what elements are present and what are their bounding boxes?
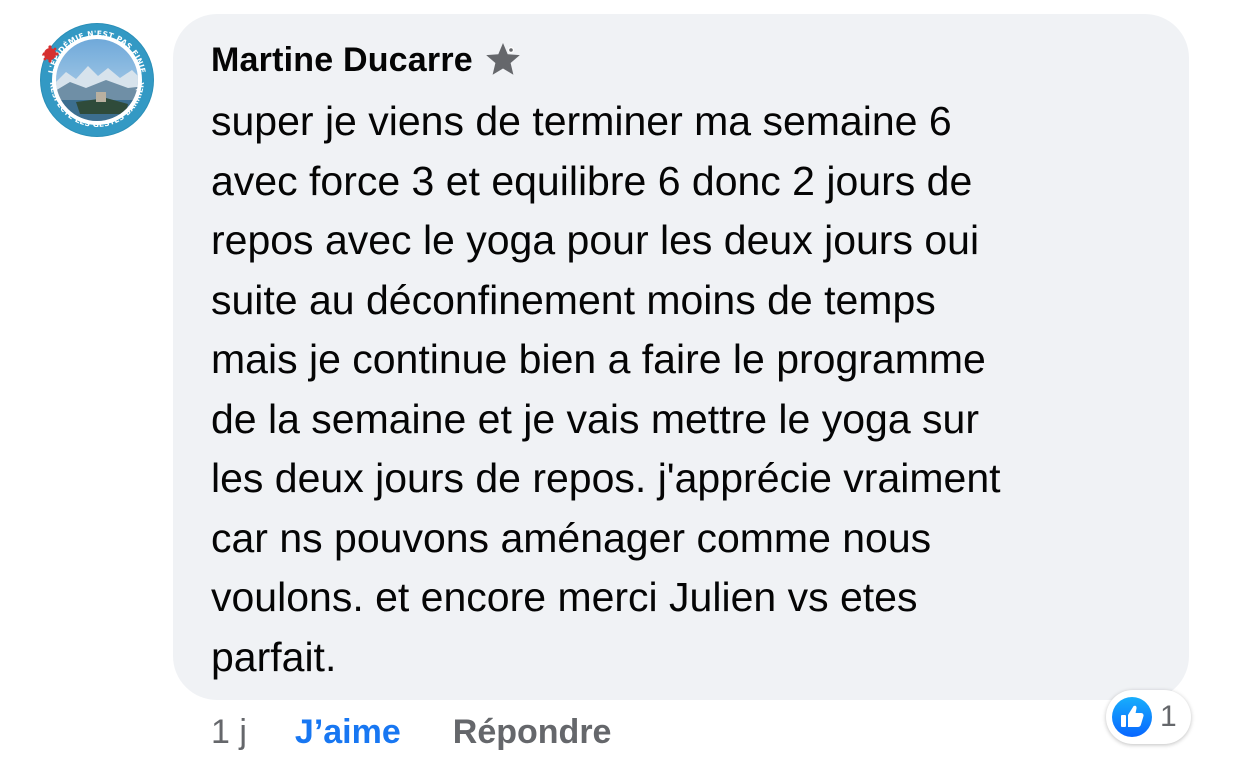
comment-timestamp[interactable]: 1 j	[211, 713, 247, 752]
thumbs-up-icon	[1110, 695, 1154, 739]
reply-button[interactable]: Répondre	[453, 713, 612, 752]
avatar-frame-image: L'ÉPIDÉMIE N'EST PAS FINIE JE RESPECTE L…	[36, 22, 154, 137]
like-button[interactable]: J’aime	[295, 713, 401, 752]
author-name[interactable]: Martine Ducarre	[211, 41, 473, 80]
comment-actions: 1 j J’aime Répondre	[211, 708, 611, 756]
reaction-count: 1	[1160, 700, 1177, 733]
avatar[interactable]: L'ÉPIDÉMIE N'EST PAS FINIE JE RESPECTE L…	[36, 22, 158, 138]
reactions-summary[interactable]: 1	[1106, 690, 1191, 744]
star-badge-icon[interactable]	[483, 40, 523, 80]
comment-text: super je viens de terminer ma semaine 6 …	[211, 98, 1001, 680]
comment-header: Martine Ducarre	[211, 38, 523, 82]
